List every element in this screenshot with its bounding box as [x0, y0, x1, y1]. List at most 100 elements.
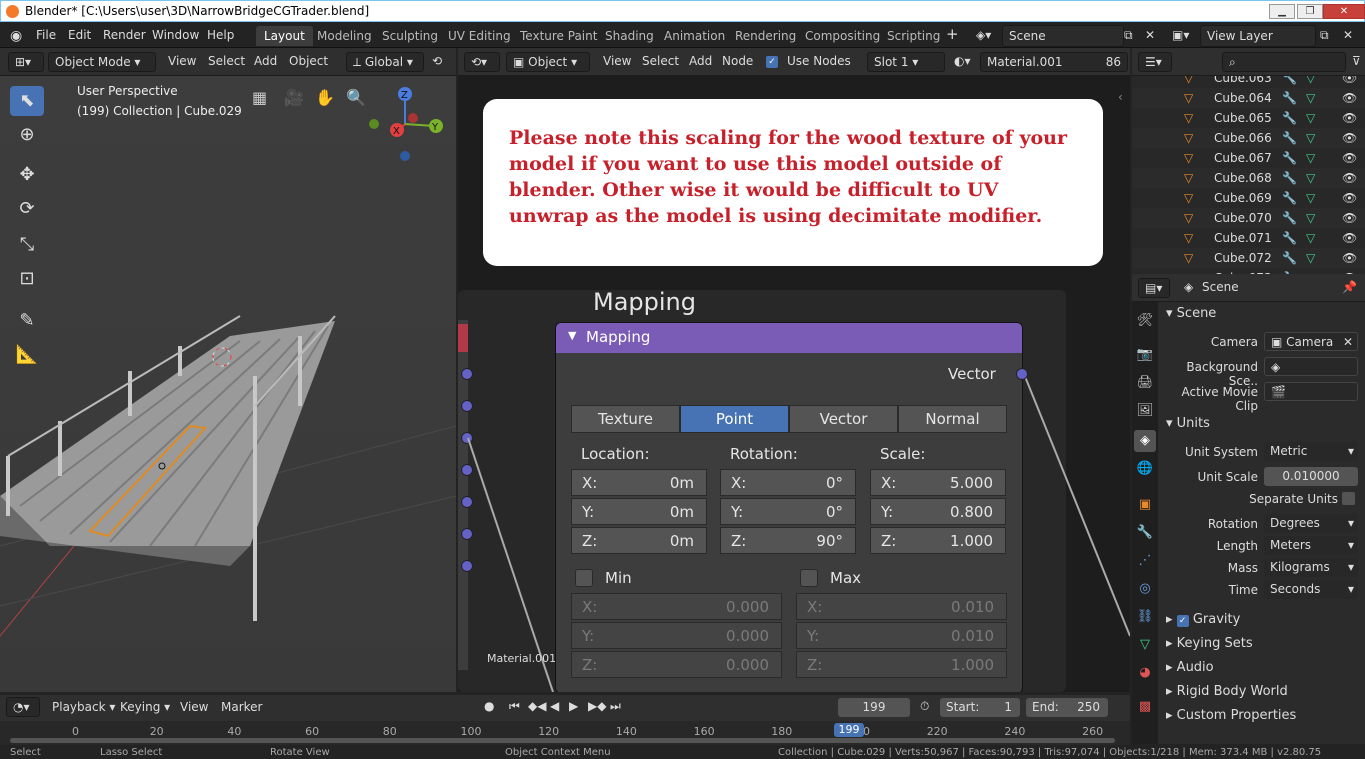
location-x-field[interactable]: X: 0m: [571, 469, 707, 496]
outliner-row[interactable]: ▽ Cube.072 🔧 ▽ 👁: [1132, 248, 1365, 268]
mesh-data-icon[interactable]: ▽: [1306, 171, 1315, 185]
tab-animation[interactable]: Animation: [656, 26, 733, 46]
add-workspace-icon[interactable]: +: [946, 25, 959, 43]
material-browse-icon[interactable]: ◐▾: [954, 54, 971, 68]
viewport-menu-object[interactable]: Object: [289, 54, 328, 68]
tab-shading[interactable]: Shading: [597, 26, 662, 46]
outliner-row[interactable]: ▽ Cube.063 🔧 ▽ 👁: [1132, 76, 1365, 88]
modifier-icon[interactable]: 🔧: [1282, 211, 1297, 225]
mesh-data-icon[interactable]: ▽: [1306, 151, 1315, 165]
mesh-data-icon[interactable]: ▽: [1306, 211, 1315, 225]
rotation-x-field[interactable]: X: 0°: [720, 469, 856, 496]
outliner-row[interactable]: ▽ Cube.067 🔧 ▽ 👁: [1132, 148, 1365, 168]
type-normal-button[interactable]: Normal: [898, 405, 1007, 433]
record-icon[interactable]: ●: [484, 699, 494, 713]
pan-hand-icon[interactable]: ✋: [315, 88, 335, 107]
pin-icon[interactable]: 📌: [1342, 280, 1357, 294]
unit-scale-field[interactable]: 0.010000: [1264, 467, 1358, 486]
timeline-view-menu[interactable]: View: [180, 700, 208, 714]
mass-units-dropdown[interactable]: Kilograms ▾: [1264, 558, 1358, 577]
outliner-search-field[interactable]: ⌕: [1222, 52, 1346, 72]
collapse-arrow-icon[interactable]: ▼: [568, 329, 576, 342]
location-y-field[interactable]: Y: 0m: [571, 498, 707, 525]
timeline-marker-menu[interactable]: Marker: [221, 700, 262, 714]
grid-view-icon[interactable]: ▦: [252, 88, 267, 107]
modifier-icon[interactable]: 🔧: [1282, 231, 1297, 245]
tab-layout[interactable]: Layout: [256, 26, 313, 46]
custom-properties-section-header[interactable]: ▸ Custom Properties: [1166, 708, 1296, 723]
tab-compositing[interactable]: Compositing: [797, 26, 888, 46]
scale-x-field[interactable]: X: 5.000: [870, 469, 1006, 496]
min-checkbox[interactable]: [575, 569, 593, 587]
visibility-eye-icon[interactable]: 👁: [1342, 131, 1357, 145]
use-nodes-checkbox[interactable]: ✓: [766, 56, 778, 68]
rotation-z-field[interactable]: Z: 90°: [720, 527, 856, 554]
outliner-row[interactable]: ▽ Cube.064 🔧 ▽ 👁: [1132, 88, 1365, 108]
visibility-eye-icon[interactable]: 👁: [1342, 211, 1357, 225]
tab-modeling[interactable]: Modeling: [309, 26, 380, 46]
modifier-icon[interactable]: 🔧: [1282, 251, 1297, 265]
outliner-row[interactable]: ▽ Cube.066 🔧 ▽ 👁: [1132, 128, 1365, 148]
playhead-marker[interactable]: 199: [834, 723, 864, 737]
filter-icon[interactable]: ⊽: [1352, 54, 1361, 68]
min-x-field[interactable]: X: 0.000: [571, 593, 782, 620]
navigation-gizmo[interactable]: Z Y X: [362, 82, 452, 172]
viewport-menu-select[interactable]: Select: [208, 54, 245, 68]
background-scene-field[interactable]: ◈: [1264, 357, 1358, 376]
sidebar-toggle-icon[interactable]: ‹: [1118, 90, 1123, 104]
node-menu-node[interactable]: Node: [722, 54, 753, 68]
visibility-eye-icon[interactable]: 👁: [1342, 91, 1357, 105]
camera-view-icon[interactable]: 🎥: [284, 88, 304, 107]
blender-menu-icon[interactable]: ◉: [10, 28, 22, 44]
view-layer-field[interactable]: View Layer: [1200, 25, 1316, 47]
node-editor-canvas[interactable]: Mapping Material.001 ▼ Mapping Vector Te…: [458, 76, 1130, 692]
shader-type-dropdown[interactable]: ▣ Object ▾: [506, 52, 590, 72]
close-button[interactable]: ✕: [1323, 4, 1365, 19]
tab-scripting[interactable]: Scripting: [879, 26, 948, 46]
node-editor-type-icon[interactable]: ⟲▾: [464, 52, 500, 72]
time-units-dropdown[interactable]: Seconds ▾: [1264, 580, 1358, 599]
mesh-data-icon[interactable]: ▽: [1306, 91, 1315, 105]
keying-menu[interactable]: Keying ▾: [120, 700, 170, 714]
node-menu-select[interactable]: Select: [642, 54, 679, 68]
next-keyframe-icon[interactable]: ▶◆: [588, 699, 606, 713]
visibility-eye-icon[interactable]: 👁: [1342, 76, 1357, 85]
scale-tool-icon[interactable]: ⤡: [10, 230, 44, 260]
visibility-eye-icon[interactable]: 👁: [1342, 251, 1357, 265]
max-checkbox[interactable]: [800, 569, 818, 587]
rotation-units-dropdown[interactable]: Degrees ▾: [1264, 514, 1358, 533]
gravity-section-header[interactable]: ▸ ✓ Gravity: [1166, 612, 1240, 627]
type-vector-button[interactable]: Vector: [789, 405, 898, 433]
transform-tool-icon[interactable]: ⊡: [10, 264, 44, 294]
new-scene-icon[interactable]: ⧉: [1124, 28, 1133, 43]
visibility-eye-icon[interactable]: 👁: [1342, 191, 1357, 205]
gravity-checkbox[interactable]: ✓: [1176, 615, 1189, 627]
modifier-icon[interactable]: 🔧: [1282, 111, 1297, 125]
outliner-type-icon[interactable]: ☰▾: [1138, 52, 1172, 72]
modifier-icon[interactable]: 🔧: [1282, 91, 1297, 105]
mesh-data-icon[interactable]: ▽: [1306, 76, 1315, 85]
scene-icon[interactable]: ◈▾: [976, 28, 991, 42]
mode-dropdown[interactable]: Object Mode ▾: [48, 52, 156, 72]
rigid-body-world-section-header[interactable]: ▸ Rigid Body World: [1166, 684, 1288, 699]
modifier-tab-icon[interactable]: 🔧: [1134, 522, 1156, 544]
minimize-button[interactable]: ▁: [1269, 4, 1295, 19]
menu-edit[interactable]: Edit: [68, 28, 91, 42]
play-reverse-icon[interactable]: ◀: [550, 699, 559, 713]
rotate-tool-icon[interactable]: ⟳: [10, 194, 44, 224]
3d-viewport[interactable]: ⬉ ⊕ ✥ ⟳ ⤡ ⊡ ✎ 📐 User Perspective (199) C…: [0, 76, 456, 692]
max-z-field[interactable]: Z: 1.000: [796, 651, 1007, 678]
visibility-eye-icon[interactable]: 👁: [1342, 171, 1357, 185]
min-z-field[interactable]: Z: 0.000: [571, 651, 782, 678]
unit-system-dropdown[interactable]: Metric ▾: [1264, 442, 1358, 461]
max-x-field[interactable]: X: 0.010: [796, 593, 1007, 620]
visibility-eye-icon[interactable]: 👁: [1342, 151, 1357, 165]
outliner-row[interactable]: ▽ Cube.070 🔧 ▽ 👁: [1132, 208, 1365, 228]
length-units-dropdown[interactable]: Meters ▾: [1264, 536, 1358, 555]
outliner-row[interactable]: ▽ Cube.068 🔧 ▽ 👁: [1132, 168, 1365, 188]
max-y-field[interactable]: Y: 0.010: [796, 622, 1007, 649]
outliner-panel[interactable]: ▽ Cube.063 🔧 ▽ 👁 ▽ Cube.064 🔧 ▽ 👁 ▽ Cube.065 🔧 ▽ 👁 ▽ Cub…: [1132, 76, 1365, 274]
outliner-row[interactable]: ▽ Cube.065 🔧 ▽ 👁: [1132, 108, 1365, 128]
delete-scene-icon[interactable]: ✕: [1145, 28, 1155, 42]
menu-file[interactable]: File: [36, 28, 56, 42]
